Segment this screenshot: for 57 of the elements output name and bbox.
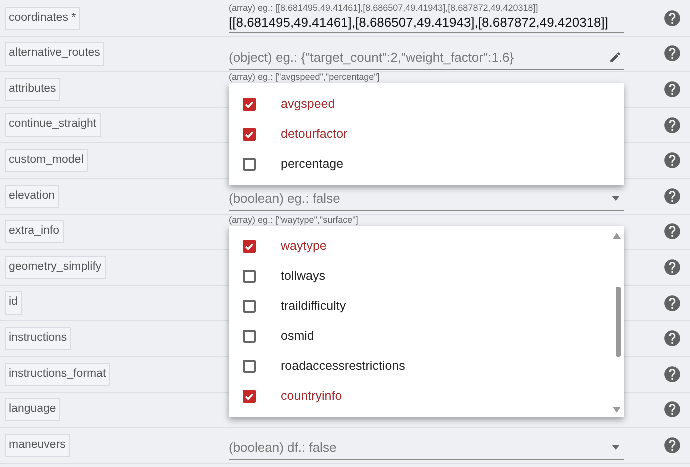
menu-option[interactable]: roadaccessrestrictions — [229, 352, 624, 382]
checkbox-checked-icon[interactable] — [243, 128, 256, 141]
menu-option[interactable]: tollways — [229, 262, 624, 292]
input-field[interactable]: [[8.681495,49.41461],[8.686507,49.41943],[8.687872,49.420318]] — [229, 14, 624, 34]
menu-option[interactable]: percentage — [229, 149, 624, 180]
parameter-label: custom_model — [5, 149, 88, 172]
help-icon[interactable] — [663, 222, 682, 242]
caret-icon — [612, 196, 620, 202]
help-icon[interactable] — [663, 116, 682, 135]
parameter-label: instructions — [5, 327, 72, 350]
parameter-label: id — [5, 291, 22, 315]
help-icon[interactable] — [663, 8, 682, 28]
checkbox-checked-icon[interactable] — [243, 98, 256, 111]
checkbox-checked-icon[interactable] — [243, 240, 256, 254]
help-icon[interactable] — [663, 400, 682, 420]
menu-option[interactable]: waytype — [229, 232, 624, 262]
checkbox-icon[interactable] — [243, 300, 256, 314]
parameter-label: alternative_routes — [5, 42, 104, 66]
help-icon[interactable] — [663, 258, 682, 277]
parameter-label: maneuvers — [5, 434, 70, 458]
parameter-label: coordinates * — [5, 6, 80, 30]
help-icon[interactable] — [663, 364, 682, 384]
select-field[interactable]: (boolean) eg.: false — [229, 187, 624, 212]
checkbox-icon[interactable] — [243, 360, 256, 374]
help-icon[interactable] — [663, 436, 682, 455]
help-icon[interactable] — [663, 329, 682, 348]
scrollbar-thumb[interactable] — [616, 286, 621, 357]
parameter-label: continue_straight — [5, 113, 101, 137]
parameter-label: language — [5, 398, 60, 422]
caret-icon — [612, 445, 620, 450]
help-icon[interactable] — [663, 186, 682, 206]
parameter-label: geometry_simplify — [5, 256, 106, 280]
checkbox-checked-icon[interactable] — [243, 390, 256, 404]
checkbox-icon[interactable] — [243, 330, 256, 344]
checkbox-icon[interactable] — [243, 270, 256, 284]
checkbox-icon[interactable] — [243, 158, 256, 171]
pencil-icon[interactable] — [609, 50, 622, 64]
parameter-label: elevation — [5, 184, 60, 208]
help-icon[interactable] — [663, 294, 682, 313]
field-hint: (array) eg.: ["avgspeed","percentage"] — [229, 72, 380, 84]
scroll-down-icon[interactable] — [613, 406, 621, 413]
parameter-label: instructions_format — [5, 362, 110, 386]
field-hint: (array) eg.: [[8.681495,49.41461],[8.686507,49.41943],[8.687872,49.420318]] — [229, 3, 540, 14]
menu-option[interactable]: avgspeed — [229, 89, 624, 120]
help-icon[interactable] — [663, 80, 682, 99]
menu-option[interactable]: traildifficulty — [229, 292, 624, 322]
help-icon[interactable] — [663, 151, 682, 170]
parameter-label: attributes — [5, 78, 60, 102]
menu-option[interactable]: osmid — [229, 322, 624, 352]
scroll-up-icon[interactable] — [613, 232, 621, 239]
select-field[interactable]: (boolean) df.: false — [229, 436, 624, 460]
field-hint: (array) eg.: ["waytype","surface"] — [229, 214, 358, 226]
parameter-label: extra_info — [5, 220, 64, 244]
input-field[interactable]: (object) eg.: {"target_count":2,"weight_factor":1.6} — [229, 46, 624, 70]
menu-option[interactable]: countryinfo — [229, 382, 624, 412]
menu-option[interactable]: detourfactor — [229, 119, 624, 150]
help-icon[interactable] — [663, 44, 682, 64]
